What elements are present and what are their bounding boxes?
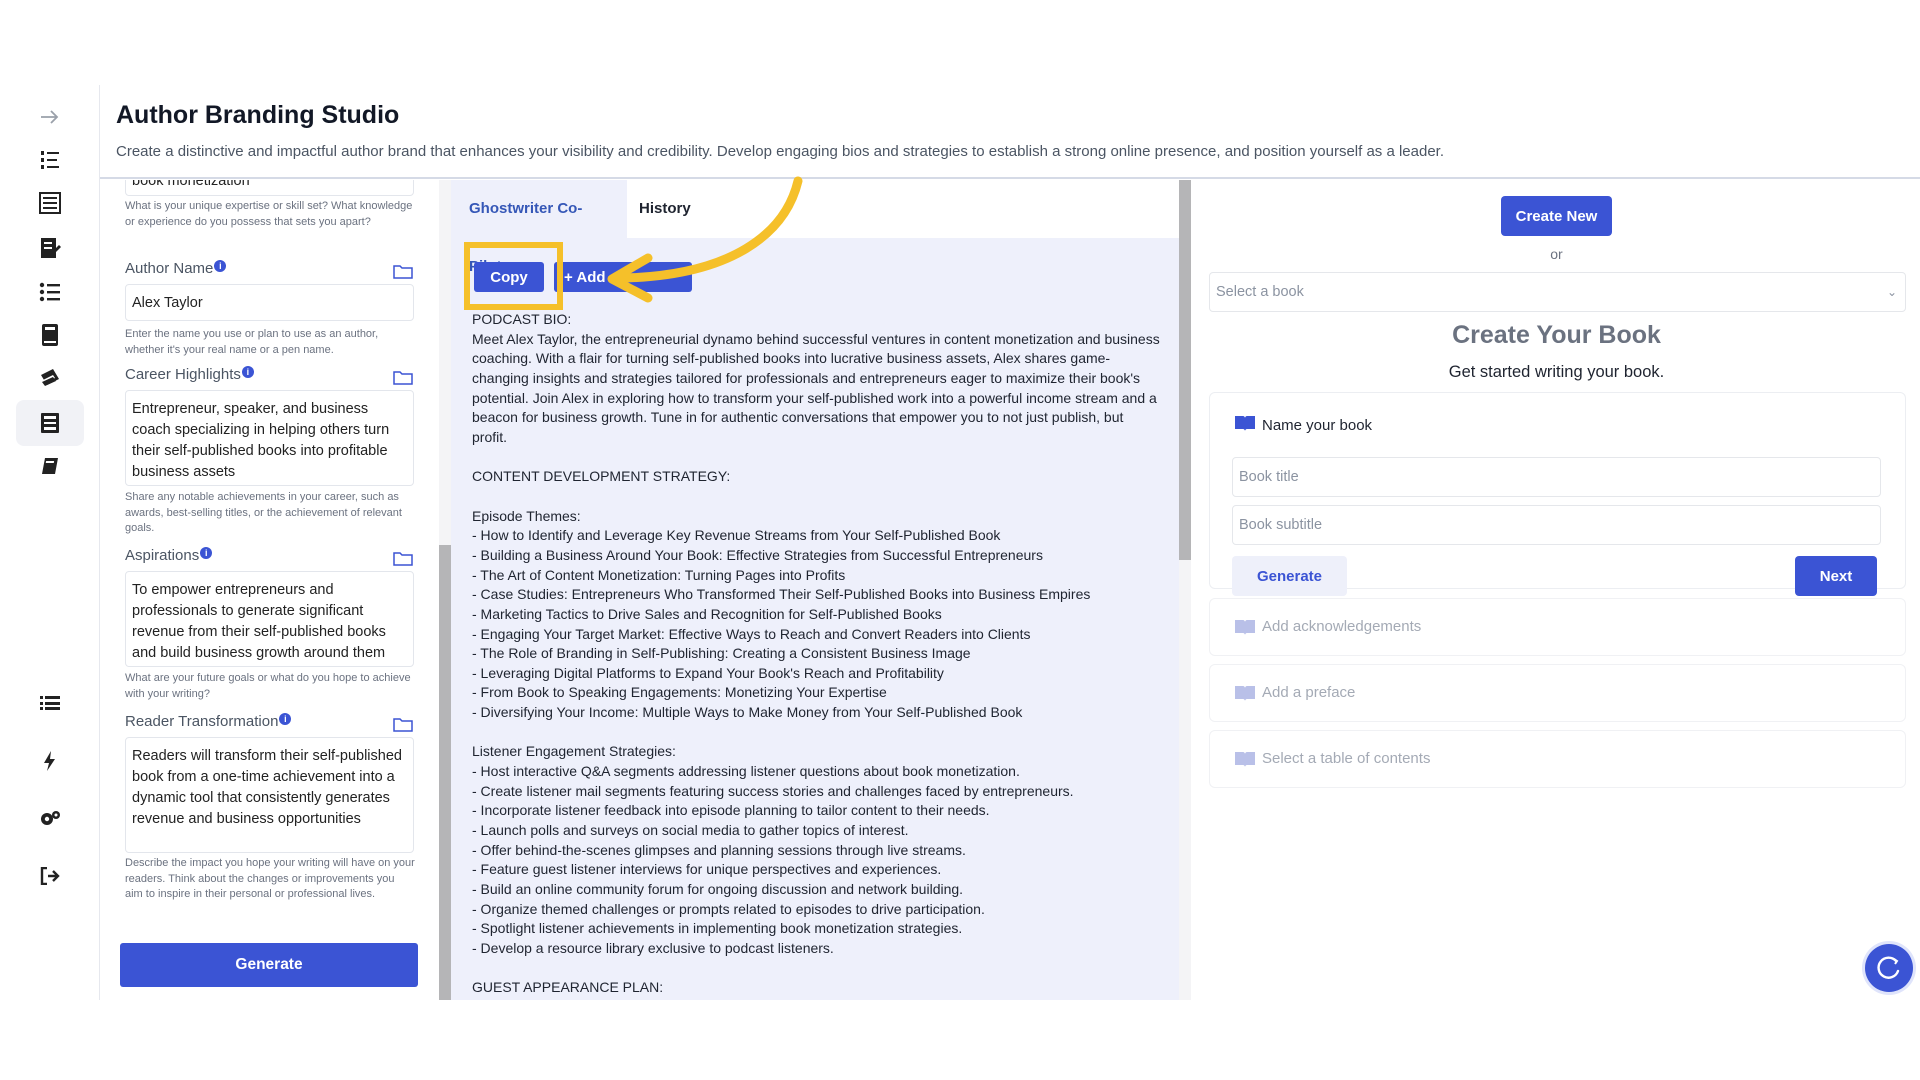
logout-icon[interactable] <box>32 858 68 894</box>
chevron-down-icon: ⌄ <box>1886 285 1897 299</box>
step-acknowledgements[interactable]: Add acknowledgements <box>1209 598 1906 656</box>
generate-button[interactable]: Generate <box>120 943 418 987</box>
folder-icon[interactable] <box>393 263 413 279</box>
book-select-placeholder: Select a book <box>1216 284 1304 300</box>
page-description: Create a distinctive and impactful autho… <box>116 143 1445 160</box>
copy-highlight-box <box>464 242 563 310</box>
career-highlights-help: Share any notable achievements in your c… <box>125 491 402 534</box>
page-title: Author Branding Studio <box>116 101 400 129</box>
reader-transformation-help: Describe the impact you hope your writin… <box>125 857 415 900</box>
step-preface[interactable]: Add a preface <box>1209 664 1906 722</box>
book-list-icon[interactable] <box>32 185 68 221</box>
open-book-icon <box>1235 752 1255 767</box>
step-label: Add acknowledgements <box>1262 618 1422 635</box>
aspirations-help: What are your future goals or what do yo… <box>125 672 411 700</box>
books-icon[interactable] <box>32 360 68 396</box>
form-scrollbar-thumb[interactable] <box>439 545 451 1000</box>
lightning-icon[interactable] <box>32 743 68 779</box>
open-book-icon <box>1235 620 1255 635</box>
copilot-tabs: Ghostwriter Co-Pilot History <box>451 180 1179 275</box>
folder-icon[interactable] <box>393 550 413 566</box>
book-subtitle-input[interactable]: Book subtitle <box>1232 505 1881 545</box>
info-icon[interactable]: i <box>214 260 227 272</box>
or-separator: or <box>1550 246 1563 262</box>
info-icon[interactable]: i <box>241 366 254 378</box>
author-name-label: Author Name i <box>125 260 227 277</box>
tab-ghostwriter-copilot[interactable]: Ghostwriter Co-Pilot <box>451 180 627 275</box>
author-form: book monetization What is your unique ex… <box>100 180 440 1000</box>
book-select[interactable]: Select a book ⌄ <box>1209 272 1906 312</box>
folder-icon[interactable] <box>393 369 413 385</box>
book-title-input[interactable]: Book title <box>1232 457 1881 497</box>
tab-history[interactable]: History <box>639 180 691 238</box>
step-label: Select a table of contents <box>1262 750 1431 767</box>
reader-transformation-field[interactable]: Readers will transform their self-publis… <box>125 737 414 853</box>
add-button[interactable]: + Add <box>554 262 692 292</box>
aspirations-field[interactable]: To empower entrepreneurs and professiona… <box>125 571 414 667</box>
author-name-help: Enter the name you use or plan to use as… <box>125 328 379 356</box>
notebook-edit-icon[interactable] <box>32 230 68 266</box>
aspirations-label: Aspirations i <box>125 547 213 564</box>
create-new-button[interactable]: Create New <box>1501 196 1612 236</box>
name-book-card: Name your book Book title Book subtitle … <box>1209 392 1906 596</box>
book-stack-icon[interactable] <box>32 317 68 353</box>
expertise-help: What is your unique expertise or skill s… <box>125 200 413 228</box>
branding-studio-icon[interactable] <box>16 400 84 446</box>
settings-icon[interactable] <box>32 801 68 837</box>
step-table-of-contents[interactable]: Select a table of contents <box>1209 730 1906 788</box>
author-name-field[interactable]: Alex Taylor <box>125 284 414 321</box>
info-icon[interactable]: i <box>200 547 213 559</box>
book-panel: Create New or Select a book ⌄ Create Your… <box>1193 180 1920 1000</box>
list-icon[interactable] <box>32 685 68 721</box>
assistant-icon <box>1877 956 1900 979</box>
checklist-icon[interactable] <box>32 274 68 310</box>
create-book-subtitle: Get started writing your book. <box>1448 363 1665 381</box>
numbered-list-icon[interactable] <box>32 142 68 178</box>
book-icon[interactable] <box>32 448 68 484</box>
info-icon[interactable]: i <box>279 713 292 725</box>
open-book-icon <box>1235 686 1255 701</box>
expertise-field[interactable]: book monetization <box>125 180 414 196</box>
step-label: Add a preface <box>1262 684 1356 701</box>
reader-transformation-label: Reader Transformation i <box>125 713 292 730</box>
create-book-title: Create Your Book <box>1452 321 1661 349</box>
output-scrollbar-thumb[interactable] <box>1179 180 1191 560</box>
career-highlights-label: Career Highlights i <box>125 366 254 383</box>
icon-sidebar <box>0 85 100 1000</box>
next-button[interactable]: Next <box>1795 556 1877 596</box>
arrow-right-icon[interactable] <box>32 99 68 135</box>
generated-output: PODCAST BIO: Meet Alex Taylor, the entre… <box>472 311 1160 996</box>
open-book-icon <box>1235 416 1255 431</box>
name-book-heading: Name your book <box>1262 417 1373 434</box>
header-divider <box>100 177 1920 179</box>
assistant-button[interactable] <box>1865 944 1913 992</box>
folder-icon[interactable] <box>393 716 413 732</box>
book-generate-button[interactable]: Generate <box>1232 556 1347 596</box>
career-highlights-field[interactable]: Entrepreneur, speaker, and business coac… <box>125 390 414 486</box>
copilot-panel: Ghostwriter Co-Pilot History + Add Copy … <box>451 180 1179 1000</box>
